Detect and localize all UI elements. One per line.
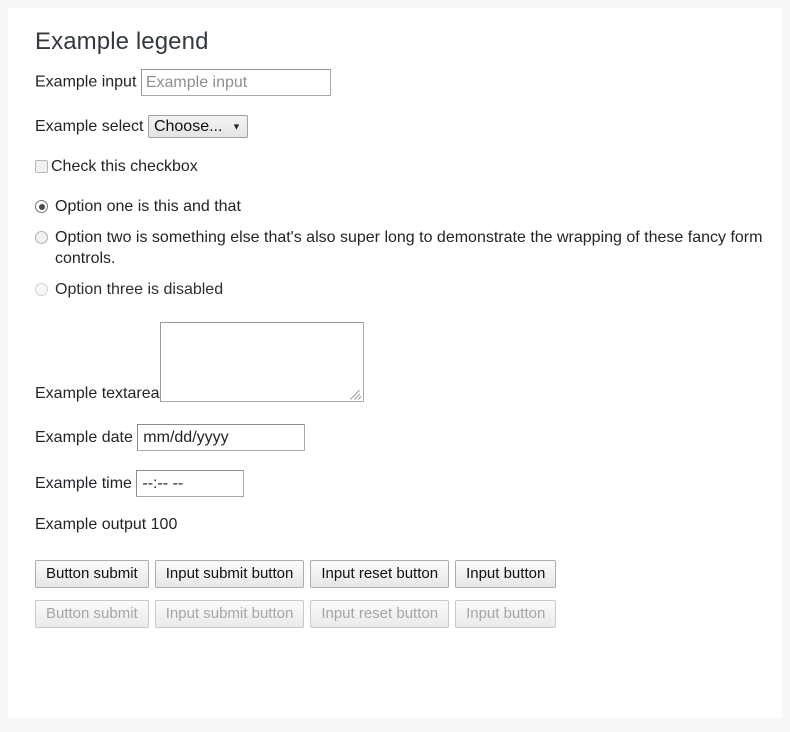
example-date-row: Example date mm/dd/yyyy	[35, 424, 782, 452]
example-radio-group: Option one is this and that Option two i…	[35, 196, 782, 300]
form-legend: Example legend	[35, 28, 209, 55]
example-textarea-row: Example textarea	[35, 322, 782, 403]
buttons-enabled-row: Button submit Input submit button Input re…	[35, 560, 782, 589]
buttons-disabled-row: Button submit Input submit button Input re…	[35, 600, 782, 629]
example-checkbox-row[interactable]: Check this checkbox	[35, 157, 782, 176]
input-button[interactable]: Input button	[455, 560, 557, 589]
chevron-down-icon: ▼	[232, 121, 241, 131]
input-reset-button[interactable]: Input reset button	[310, 560, 450, 589]
radio-option-three-disabled: Option three is disabled	[35, 279, 782, 300]
radio-option-two-label: Option two is something else that's also…	[55, 229, 763, 268]
example-input-row: Example input	[35, 69, 782, 96]
resize-handle-icon[interactable]	[349, 388, 362, 400]
example-textarea-field[interactable]	[159, 322, 364, 403]
button-submit[interactable]: Button submit	[35, 560, 149, 589]
button-submit-disabled: Button submit	[35, 600, 149, 629]
example-input-label: Example input	[35, 73, 137, 91]
input-submit-button[interactable]: Input submit button	[154, 560, 305, 589]
example-form: Example legend Example input Example sel…	[8, 8, 782, 629]
example-output-label: Example output	[35, 516, 147, 534]
example-checkbox-label: Check this checkbox	[51, 158, 198, 175]
radio-icon-checked[interactable]	[35, 200, 48, 214]
example-time-row: Example time --:-- --	[35, 470, 782, 498]
example-input-field[interactable]	[140, 69, 331, 96]
example-date-label: Example date	[35, 429, 133, 447]
radio-icon-disabled	[35, 283, 48, 297]
example-date-field[interactable]: mm/dd/yyyy	[137, 424, 306, 452]
radio-option-one-label: Option one is this and that	[55, 198, 241, 216]
checkbox-icon[interactable]	[35, 160, 48, 173]
example-select-row: Example select Choose... ▼	[35, 115, 782, 138]
example-select-value: Choose...	[153, 118, 223, 135]
radio-option-three-label: Option three is disabled	[55, 281, 224, 299]
example-select-label: Example select	[35, 118, 144, 135]
radio-option-two[interactable]: Option two is something else that's also…	[35, 227, 782, 269]
example-select-dropdown[interactable]: Choose... ▼	[147, 115, 248, 138]
example-time-field[interactable]: --:-- --	[136, 470, 245, 498]
page-panel: Example legend Example input Example sel…	[8, 8, 782, 718]
example-output-row: Example output 100	[35, 516, 782, 534]
input-reset-button-disabled: Input reset button	[310, 600, 450, 629]
radio-option-one[interactable]: Option one is this and that	[35, 196, 782, 217]
example-time-label: Example time	[35, 475, 132, 493]
example-output-value: 100	[150, 516, 178, 534]
input-button-disabled: Input button	[455, 600, 557, 629]
radio-icon[interactable]	[35, 231, 48, 245]
example-textarea-label: Example textarea	[35, 385, 160, 403]
input-submit-button-disabled: Input submit button	[154, 600, 305, 629]
